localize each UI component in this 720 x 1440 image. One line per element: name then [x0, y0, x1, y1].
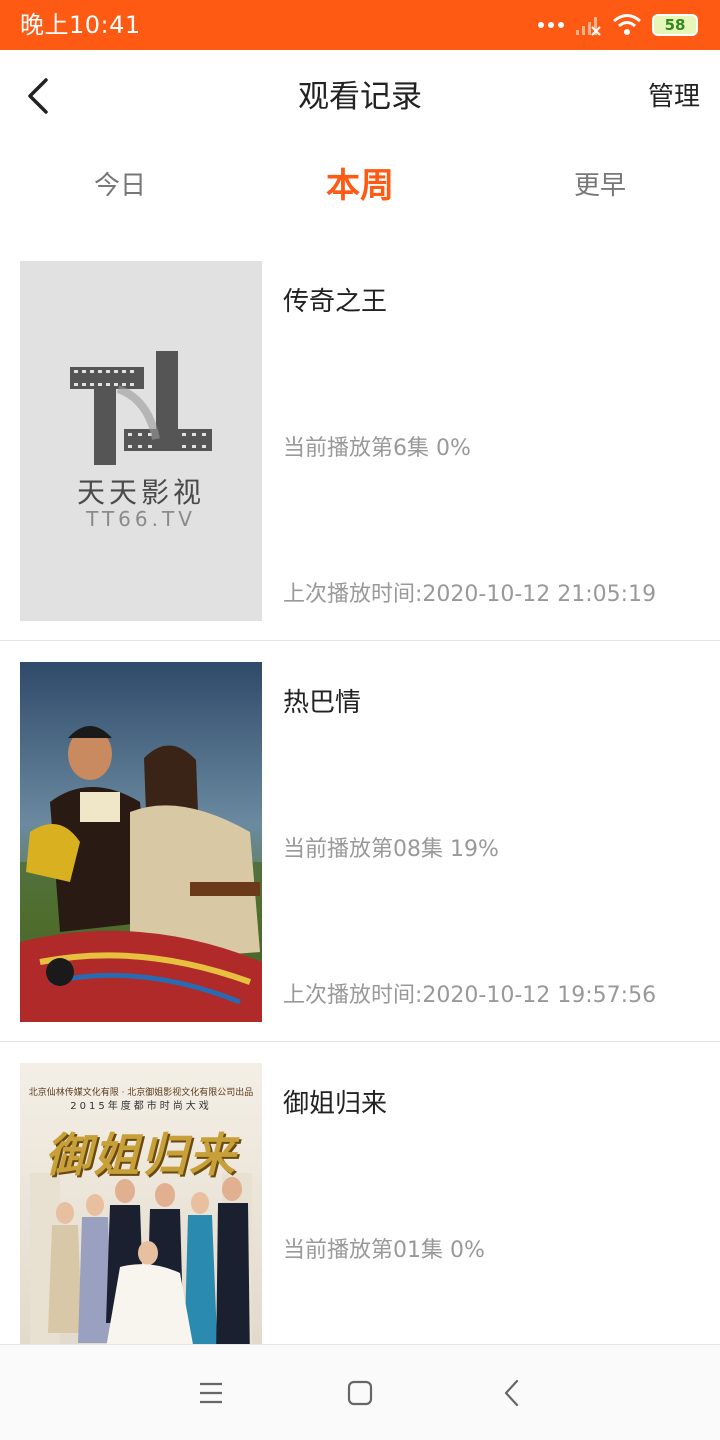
history-item[interactable]: 北京仙林传媒文化有限 · 北京御姐影视文化有限公司出品 2015年度都市时尚大戏… — [0, 1042, 720, 1344]
menu-icon — [200, 1382, 222, 1404]
back-triangle-icon — [504, 1379, 519, 1407]
app-header: 观看记录 管理 — [0, 50, 720, 142]
poster-title-art: 御姐归来 — [45, 1128, 237, 1182]
menu-button[interactable] — [191, 1375, 231, 1411]
item-progress: 当前播放第08集 19% — [283, 837, 499, 862]
page-title: 观看记录 — [298, 79, 422, 115]
poster-url-text: TT66.TV — [86, 507, 196, 531]
wifi-icon — [613, 14, 641, 35]
poster-image: 北京仙林传媒文化有限 · 北京御姐影视文化有限公司出品 2015年度都市时尚大戏… — [20, 1063, 262, 1344]
item-last-played: 上次播放时间:2020-10-12 21:05:19 — [283, 582, 657, 607]
history-item[interactable]: 天天影视 TT66.TV 传奇之王 当前播放第6集 0% 上次播放时间:2020… — [0, 240, 720, 641]
item-title: 热巴情 — [283, 688, 362, 718]
more-dots-icon — [538, 22, 564, 28]
home-button[interactable] — [340, 1375, 380, 1411]
signal-icon — [576, 17, 601, 36]
system-back-button[interactable] — [492, 1375, 532, 1411]
manage-button[interactable]: 管理 — [648, 78, 700, 116]
tab-today[interactable]: 今日 — [40, 164, 200, 208]
tab-bar: 今日 本周 更早 — [0, 150, 720, 226]
tab-earlier[interactable]: 更早 — [520, 164, 680, 208]
item-progress: 当前播放第6集 0% — [283, 436, 471, 461]
item-title: 传奇之王 — [283, 287, 388, 317]
history-item[interactable]: 热巴情 当前播放第08集 19% 上次播放时间:2020-10-12 19:57… — [0, 641, 720, 1042]
poster-photo — [20, 662, 262, 1022]
poster-tagline-text: 2015年度都市时尚大戏 — [70, 1101, 212, 1112]
battery-level: 58 — [664, 16, 686, 34]
battery-icon: 58 — [652, 14, 698, 36]
poster-placeholder: 天天影视 TT66.TV — [20, 261, 262, 621]
item-title: 御姐归来 — [283, 1089, 388, 1119]
poster-image — [20, 662, 262, 1022]
status-bar: 晚上10:41 58 — [0, 0, 720, 50]
home-square-icon — [347, 1380, 373, 1406]
status-time: 晚上10:41 — [20, 11, 141, 39]
status-icons: 58 — [538, 11, 698, 39]
history-list: 天天影视 TT66.TV 传奇之王 当前播放第6集 0% 上次播放时间:2020… — [0, 240, 720, 1344]
item-last-played: 上次播放时间:2020-10-12 19:57:56 — [283, 983, 657, 1008]
poster-brand-text: 天天影视 — [76, 476, 205, 509]
item-progress: 当前播放第01集 0% — [283, 1238, 485, 1263]
tab-this-week[interactable]: 本周 — [280, 164, 440, 208]
system-nav-bar — [0, 1344, 720, 1440]
brand-logo-icon — [70, 351, 212, 465]
